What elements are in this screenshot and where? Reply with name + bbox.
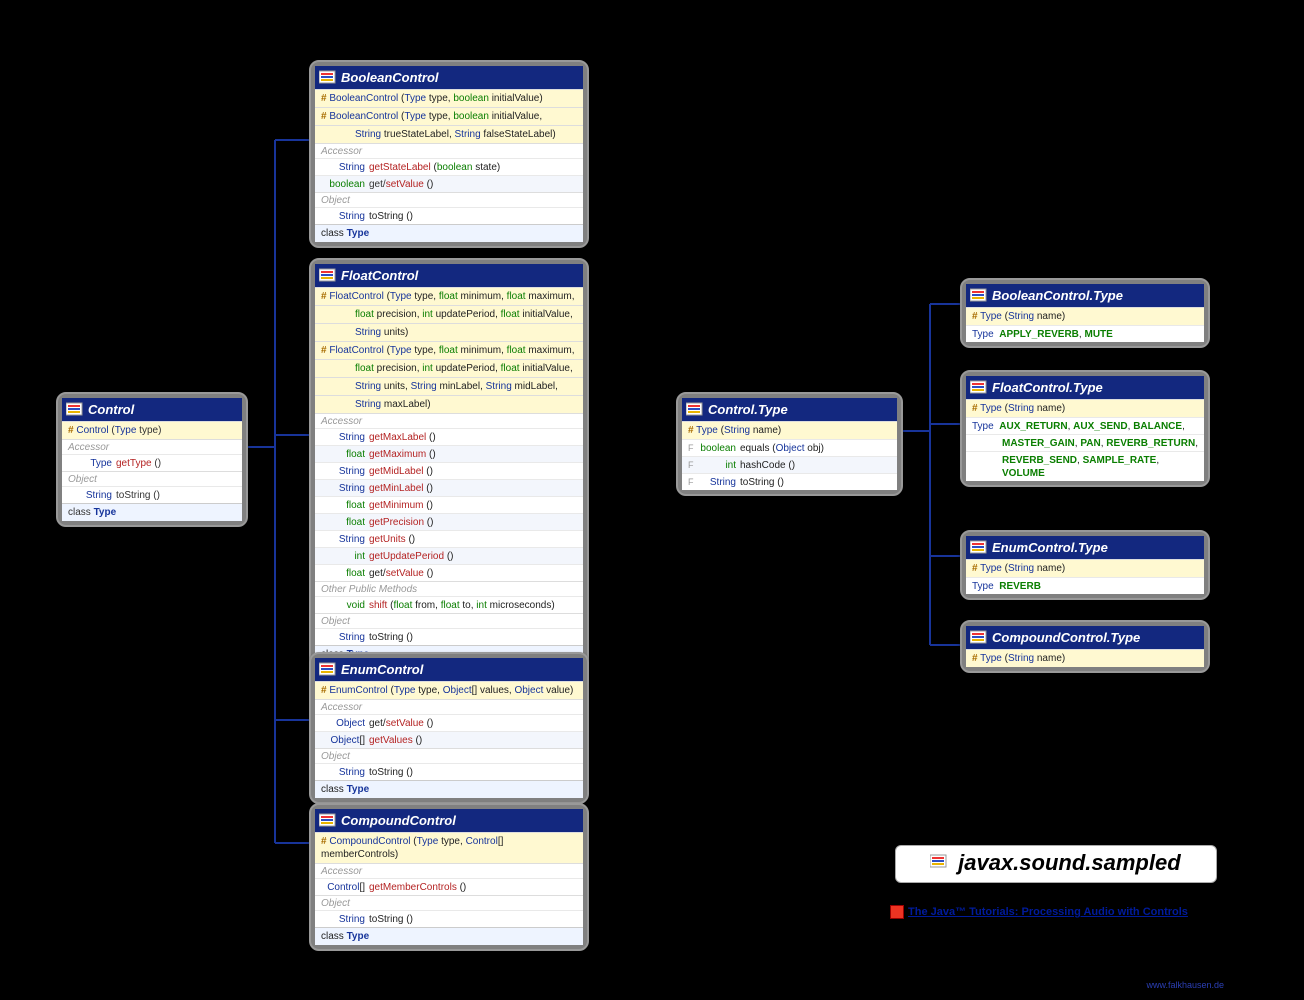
c1c: String units) [315, 323, 583, 341]
section-accessor: Accessor [315, 699, 583, 714]
c1a: # FloatControl (Type type, float minimum… [315, 287, 583, 305]
c2b: float precision, int updatePeriod, float… [315, 359, 583, 377]
class-enum-control: EnumControl # EnumControl (Type type, Ob… [309, 652, 589, 804]
title: FloatControl.Type [966, 376, 1204, 399]
ctor1: # BooleanControl (Type type, boolean ini… [315, 89, 583, 107]
ctor2a: # BooleanControl (Type type, boolean ini… [315, 107, 583, 125]
tutorial-link[interactable]: The Java™ Tutorials: Processing Audio wi… [890, 905, 1188, 919]
section-accessor: Accessor [315, 863, 583, 878]
section-accessor: Accessor [62, 439, 242, 454]
ctor: # EnumControl (Type type, Object[] value… [315, 681, 583, 699]
class-boolean-control: BooleanControl # BooleanControl (Type ty… [309, 60, 589, 248]
c2c: String units, String minLabel, String mi… [315, 377, 583, 395]
inner-class: class Type [315, 224, 583, 242]
class-enum-type: EnumControl.Type # Type (String name) Ty… [960, 530, 1210, 600]
c2a: # FloatControl (Type type, float minimum… [315, 341, 583, 359]
section-accessor: Accessor [315, 143, 583, 158]
ctor: # Type (String name) [682, 421, 897, 439]
inner-class: class Type [315, 927, 583, 945]
m-getprecision: floatgetPrecision () [315, 513, 583, 530]
package-label: javax.sound.sampled [930, 850, 1181, 876]
ctor: # Type (String name) [966, 559, 1204, 577]
title: BooleanControl [315, 66, 583, 89]
title: BooleanControl.Type [966, 284, 1204, 307]
method-tostring: StringtoString () [315, 207, 583, 224]
c1b: float precision, int updatePeriod, float… [315, 305, 583, 323]
title: CompoundControl [315, 809, 583, 832]
constants-l3: REVERB_SEND, SAMPLE_RATE, VOLUME [966, 451, 1204, 481]
m-getsetvalue: Objectget/setValue () [315, 714, 583, 731]
ctor: # Control (Type type) [62, 421, 242, 439]
oracle-icon [890, 905, 904, 919]
title: CompoundControl.Type [966, 626, 1204, 649]
m-getmembercontrols: Control[]getMemberControls () [315, 878, 583, 895]
m-equals: Fbooleanequals (Object obj) [682, 439, 897, 456]
section-object: Object [315, 748, 583, 763]
class-float-control: FloatControl # FloatControl (Type type, … [309, 258, 589, 669]
m-getvalues: Object[]getValues () [315, 731, 583, 748]
section-object: Object [315, 613, 583, 628]
method-gettype: TypegetType () [62, 454, 242, 471]
ctor: # Type (String name) [966, 649, 1204, 667]
title: Control.Type [682, 398, 897, 421]
m-tostring: StringtoString () [315, 910, 583, 927]
m-getmidlabel: StringgetMidLabel () [315, 462, 583, 479]
constants-l2: MASTER_GAIN, PAN, REVERB_RETURN, [966, 434, 1204, 451]
m-getmaxlabel: StringgetMaxLabel () [315, 428, 583, 445]
inner-class: class Type [315, 780, 583, 798]
title-control: Control [62, 398, 242, 421]
ctor: # CompoundControl (Type type, Control[] … [315, 832, 583, 863]
m-hashcode: FinthashCode () [682, 456, 897, 473]
constants-l1: Type AUX_RETURN, AUX_SEND, BALANCE, [966, 417, 1204, 434]
title: EnumControl [315, 658, 583, 681]
method-getsetvalue: booleanget/setValue () [315, 175, 583, 192]
m-tostring: StringtoString () [315, 628, 583, 645]
m-tostring: StringtoString () [315, 763, 583, 780]
method-tostring: StringtoString () [62, 486, 242, 503]
section-object: Object [315, 895, 583, 910]
method-getstatelabel: StringgetStateLabel (boolean state) [315, 158, 583, 175]
m-getsetvalue: floatget/setValue () [315, 564, 583, 581]
inner-class: class Type [62, 503, 242, 521]
m-getminlabel: StringgetMinLabel () [315, 479, 583, 496]
credit-text: www.falkhausen.de [1146, 980, 1224, 990]
m-getminimum: floatgetMinimum () [315, 496, 583, 513]
constants: Type REVERB [966, 577, 1204, 594]
ctor: # Type (String name) [966, 399, 1204, 417]
c2d: String maxLabel) [315, 395, 583, 413]
class-boolean-type: BooleanControl.Type # Type (String name)… [960, 278, 1210, 348]
section-accessor: Accessor [315, 413, 583, 428]
section-object: Object [315, 192, 583, 207]
m-shift: voidshift (float from, float to, int mic… [315, 596, 583, 613]
title: FloatControl [315, 264, 583, 287]
title: EnumControl.Type [966, 536, 1204, 559]
section-other: Other Public Methods [315, 581, 583, 596]
m-getunits: StringgetUnits () [315, 530, 583, 547]
ctor2b: String trueStateLabel, String falseState… [315, 125, 583, 143]
class-control-type: Control.Type # Type (String name) Fboole… [676, 392, 903, 496]
class-compound-control: CompoundControl # CompoundControl (Type … [309, 803, 589, 951]
m-getupdateperiod: intgetUpdatePeriod () [315, 547, 583, 564]
section-object: Object [62, 471, 242, 486]
constants: Type APPLY_REVERB, MUTE [966, 325, 1204, 342]
m-tostring: FStringtoString () [682, 473, 897, 490]
class-compound-type: CompoundControl.Type # Type (String name… [960, 620, 1210, 673]
class-control: Control # Control (Type type) Accessor T… [56, 392, 248, 527]
ctor: # Type (String name) [966, 307, 1204, 325]
m-getmaximum: floatgetMaximum () [315, 445, 583, 462]
class-float-type: FloatControl.Type # Type (String name) T… [960, 370, 1210, 487]
